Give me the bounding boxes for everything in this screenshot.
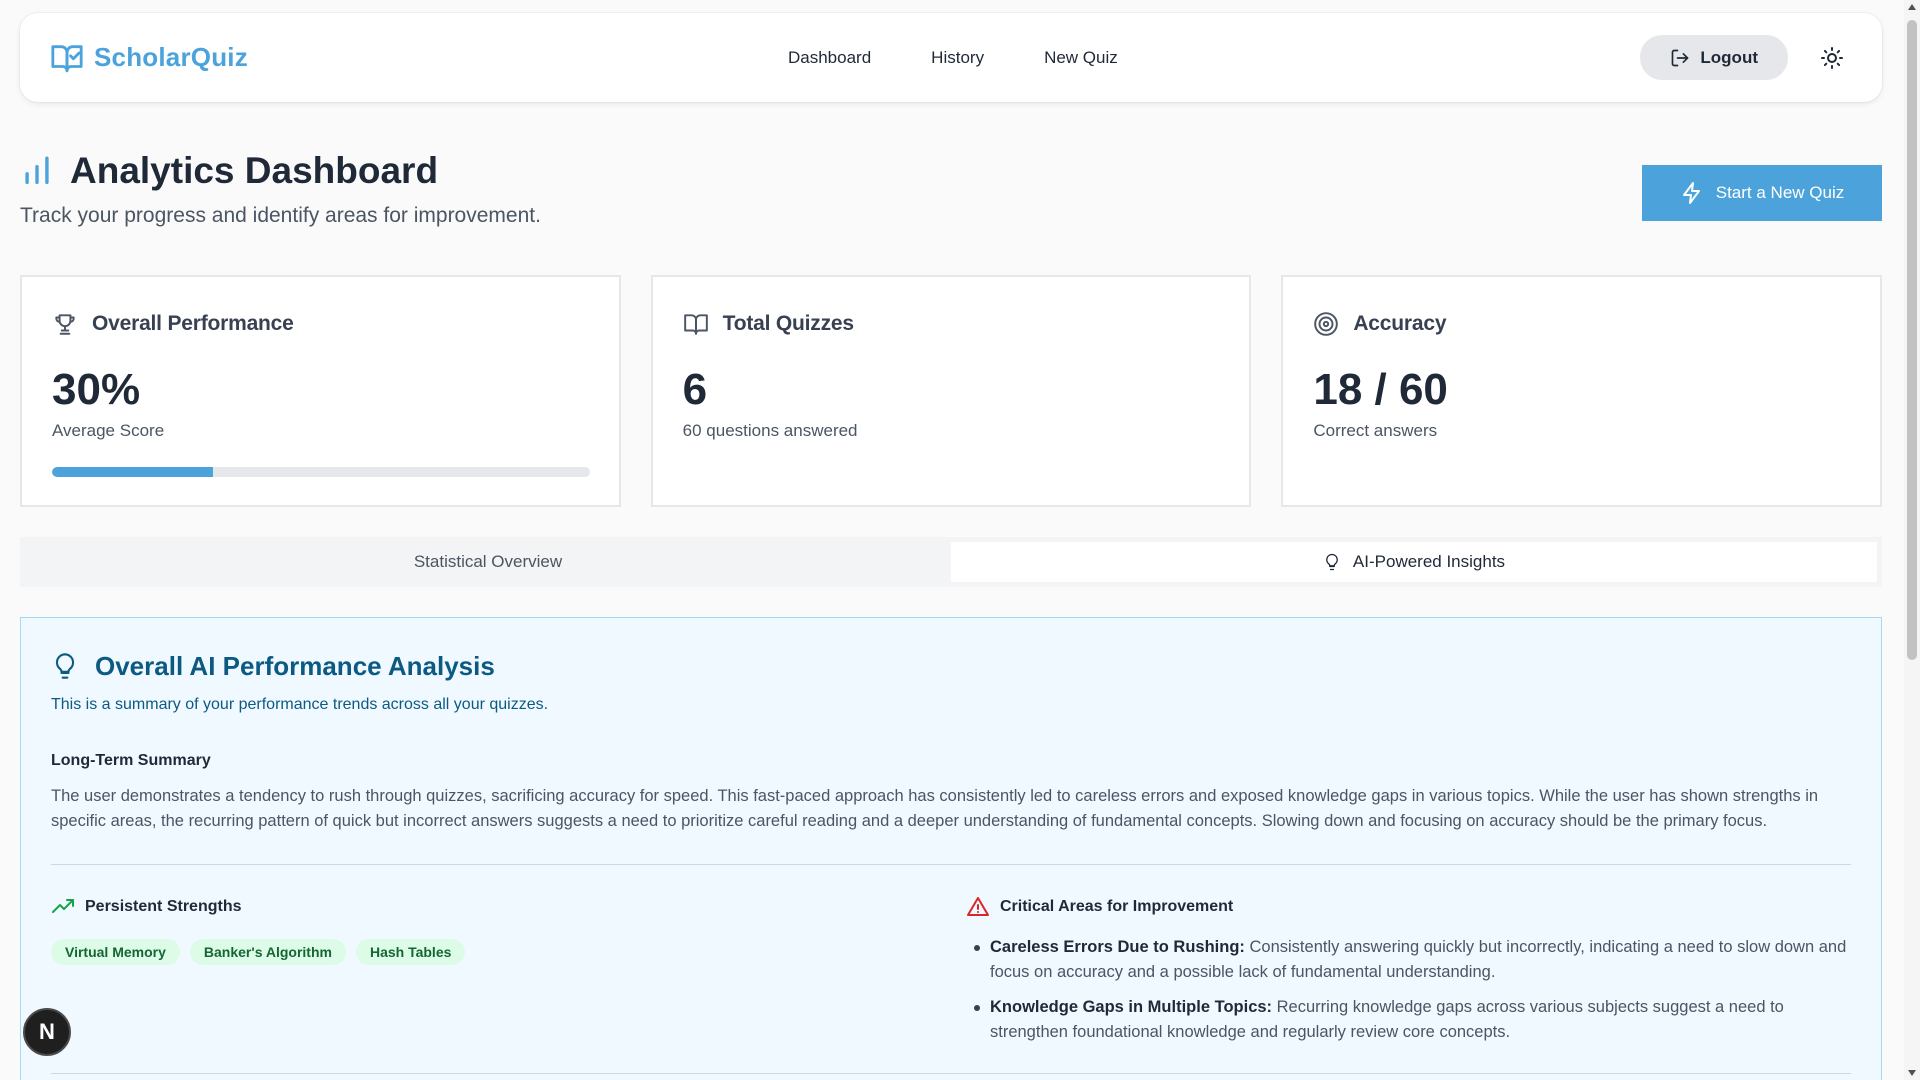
average-score-progress-bar xyxy=(52,467,590,477)
lightbulb-icon xyxy=(1326,553,1338,571)
strength-chip: Banker's Algorithm xyxy=(189,939,346,965)
card-head: Accuracy xyxy=(1313,311,1850,337)
improvement-item-body: Knowledge Gaps in Multiple Topics: Recur… xyxy=(990,995,1851,1045)
improvement-item-label: Knowledge Gaps in Multiple Topics: xyxy=(990,998,1273,1016)
divider xyxy=(51,1073,1851,1074)
insights-title: Overall AI Performance Analysis xyxy=(95,650,495,681)
improvement-title: Critical Areas for Improvement xyxy=(1000,898,1234,915)
nav-link-dashboard[interactable]: Dashboard xyxy=(788,48,871,68)
card-title: Total Quizzes xyxy=(722,312,854,335)
floating-avatar-button[interactable]: N xyxy=(23,1008,71,1056)
card-value: 18 / 60 xyxy=(1313,365,1448,414)
page-header: Analytics Dashboard Track your progress … xyxy=(20,150,1882,228)
ai-insights-panel: Overall AI Performance Analysis This is … xyxy=(20,617,1882,1080)
improvement-column: Critical Areas for Improvement Careless … xyxy=(966,895,1851,1055)
improvement-item: Knowledge Gaps in Multiple Topics: Recur… xyxy=(974,995,1851,1045)
divider xyxy=(51,864,1851,865)
nav-link-new-quiz[interactable]: New Quiz xyxy=(1044,48,1118,68)
logout-button[interactable]: Logout xyxy=(1640,35,1788,80)
strengths-title: Persistent Strengths xyxy=(85,898,242,915)
book-check-logo-icon xyxy=(51,44,83,72)
warning-triangle-icon xyxy=(967,897,989,916)
card-value: 30% xyxy=(52,365,141,414)
nav-link-history[interactable]: History xyxy=(931,48,984,68)
theme-toggle-button[interactable] xyxy=(1818,44,1846,72)
tab-statistical-overview[interactable]: Statistical Overview xyxy=(25,542,951,582)
long-term-summary-text: The user demonstrates a tendency to rush… xyxy=(51,787,1819,830)
page: ScholarQuiz Dashboard History New Quiz L… xyxy=(0,0,1920,1080)
card-title: Accuracy xyxy=(1353,312,1447,335)
target-icon xyxy=(1314,312,1339,336)
bullet xyxy=(974,1005,980,1011)
sun-icon xyxy=(1821,46,1843,69)
nav-links: Dashboard History New Quiz xyxy=(788,13,1118,102)
nav-right: Logout xyxy=(1640,13,1846,102)
strength-chip: Virtual Memory xyxy=(51,939,180,965)
avatar-letter: N xyxy=(39,1019,55,1044)
insights-columns: Persistent Strengths Virtual Memory Bank… xyxy=(51,895,1851,1055)
scroll-down-arrow-icon[interactable] xyxy=(1908,1070,1916,1076)
title-row: Analytics Dashboard xyxy=(20,150,1882,192)
lightbulb-icon xyxy=(55,653,75,679)
logout-icon xyxy=(1672,49,1689,66)
scrollbar[interactable] xyxy=(1904,0,1920,1080)
card-head: Overall Performance xyxy=(52,311,589,337)
card-value: 6 xyxy=(682,365,708,414)
strengths-column: Persistent Strengths Virtual Memory Bank… xyxy=(51,895,966,1055)
brand[interactable]: ScholarQuiz xyxy=(50,41,248,75)
improvement-header: Critical Areas for Improvement xyxy=(966,895,1851,919)
start-new-quiz-label: Start a New Quiz xyxy=(1715,183,1845,202)
improvement-item-label: Careless Errors Due to Rushing: xyxy=(990,938,1245,956)
tab-label: AI-Powered Insights xyxy=(1352,552,1506,571)
card-overall-performance: Overall Performance 30% Average Score xyxy=(20,275,621,507)
page-subtitle: Track your progress and identify areas f… xyxy=(20,204,541,227)
card-label: 60 questions answered xyxy=(682,421,858,440)
bullet xyxy=(974,945,980,951)
progress-fill xyxy=(52,467,214,477)
tab-label: Statistical Overview xyxy=(413,552,563,571)
navbar: ScholarQuiz Dashboard History New Quiz L… xyxy=(20,13,1882,102)
improvement-item-body: Careless Errors Due to Rushing: Consiste… xyxy=(990,935,1851,985)
logout-label: Logout xyxy=(1700,47,1758,67)
card-title: Overall Performance xyxy=(92,312,294,335)
strength-chip: Hash Tables xyxy=(355,939,466,965)
lightning-icon xyxy=(1682,182,1700,204)
page-title: Analytics Dashboard xyxy=(70,150,439,191)
tab-ai-powered-insights[interactable]: AI-Powered Insights xyxy=(951,542,1877,582)
card-head: Total Quizzes xyxy=(683,311,1220,337)
improvement-list: Careless Errors Due to Rushing: Consiste… xyxy=(966,935,1851,1045)
scroll-up-arrow-icon[interactable] xyxy=(1908,4,1916,10)
start-new-quiz-button[interactable]: Start a New Quiz xyxy=(1642,165,1882,221)
stat-cards: Overall Performance 30% Average Score To… xyxy=(20,275,1883,507)
improvement-item: Careless Errors Due to Rushing: Consiste… xyxy=(974,935,1851,985)
insights-header: Overall AI Performance Analysis xyxy=(51,650,1851,682)
strength-chips: Virtual Memory Banker's Algorithm Hash T… xyxy=(51,939,966,965)
brand-name: ScholarQuiz xyxy=(94,42,248,72)
card-total-quizzes: Total Quizzes 6 60 questions answered xyxy=(650,275,1252,507)
trending-up-icon xyxy=(52,899,74,913)
long-term-summary-title: Long-Term Summary xyxy=(51,752,211,769)
card-label: Average Score xyxy=(52,421,165,440)
book-open-icon xyxy=(683,314,708,335)
bar-chart-icon xyxy=(25,156,49,185)
insights-subtitle: This is a summary of your performance tr… xyxy=(51,696,549,713)
scrollbar-thumb[interactable] xyxy=(1907,20,1917,660)
trophy-icon xyxy=(55,314,75,335)
card-accuracy: Accuracy 18 / 60 Correct answers xyxy=(1281,275,1883,507)
strengths-header: Persistent Strengths xyxy=(51,895,966,919)
card-label: Correct answers xyxy=(1313,421,1438,440)
analytics-tabs: Statistical Overview AI-Powered Insights xyxy=(20,537,1882,587)
